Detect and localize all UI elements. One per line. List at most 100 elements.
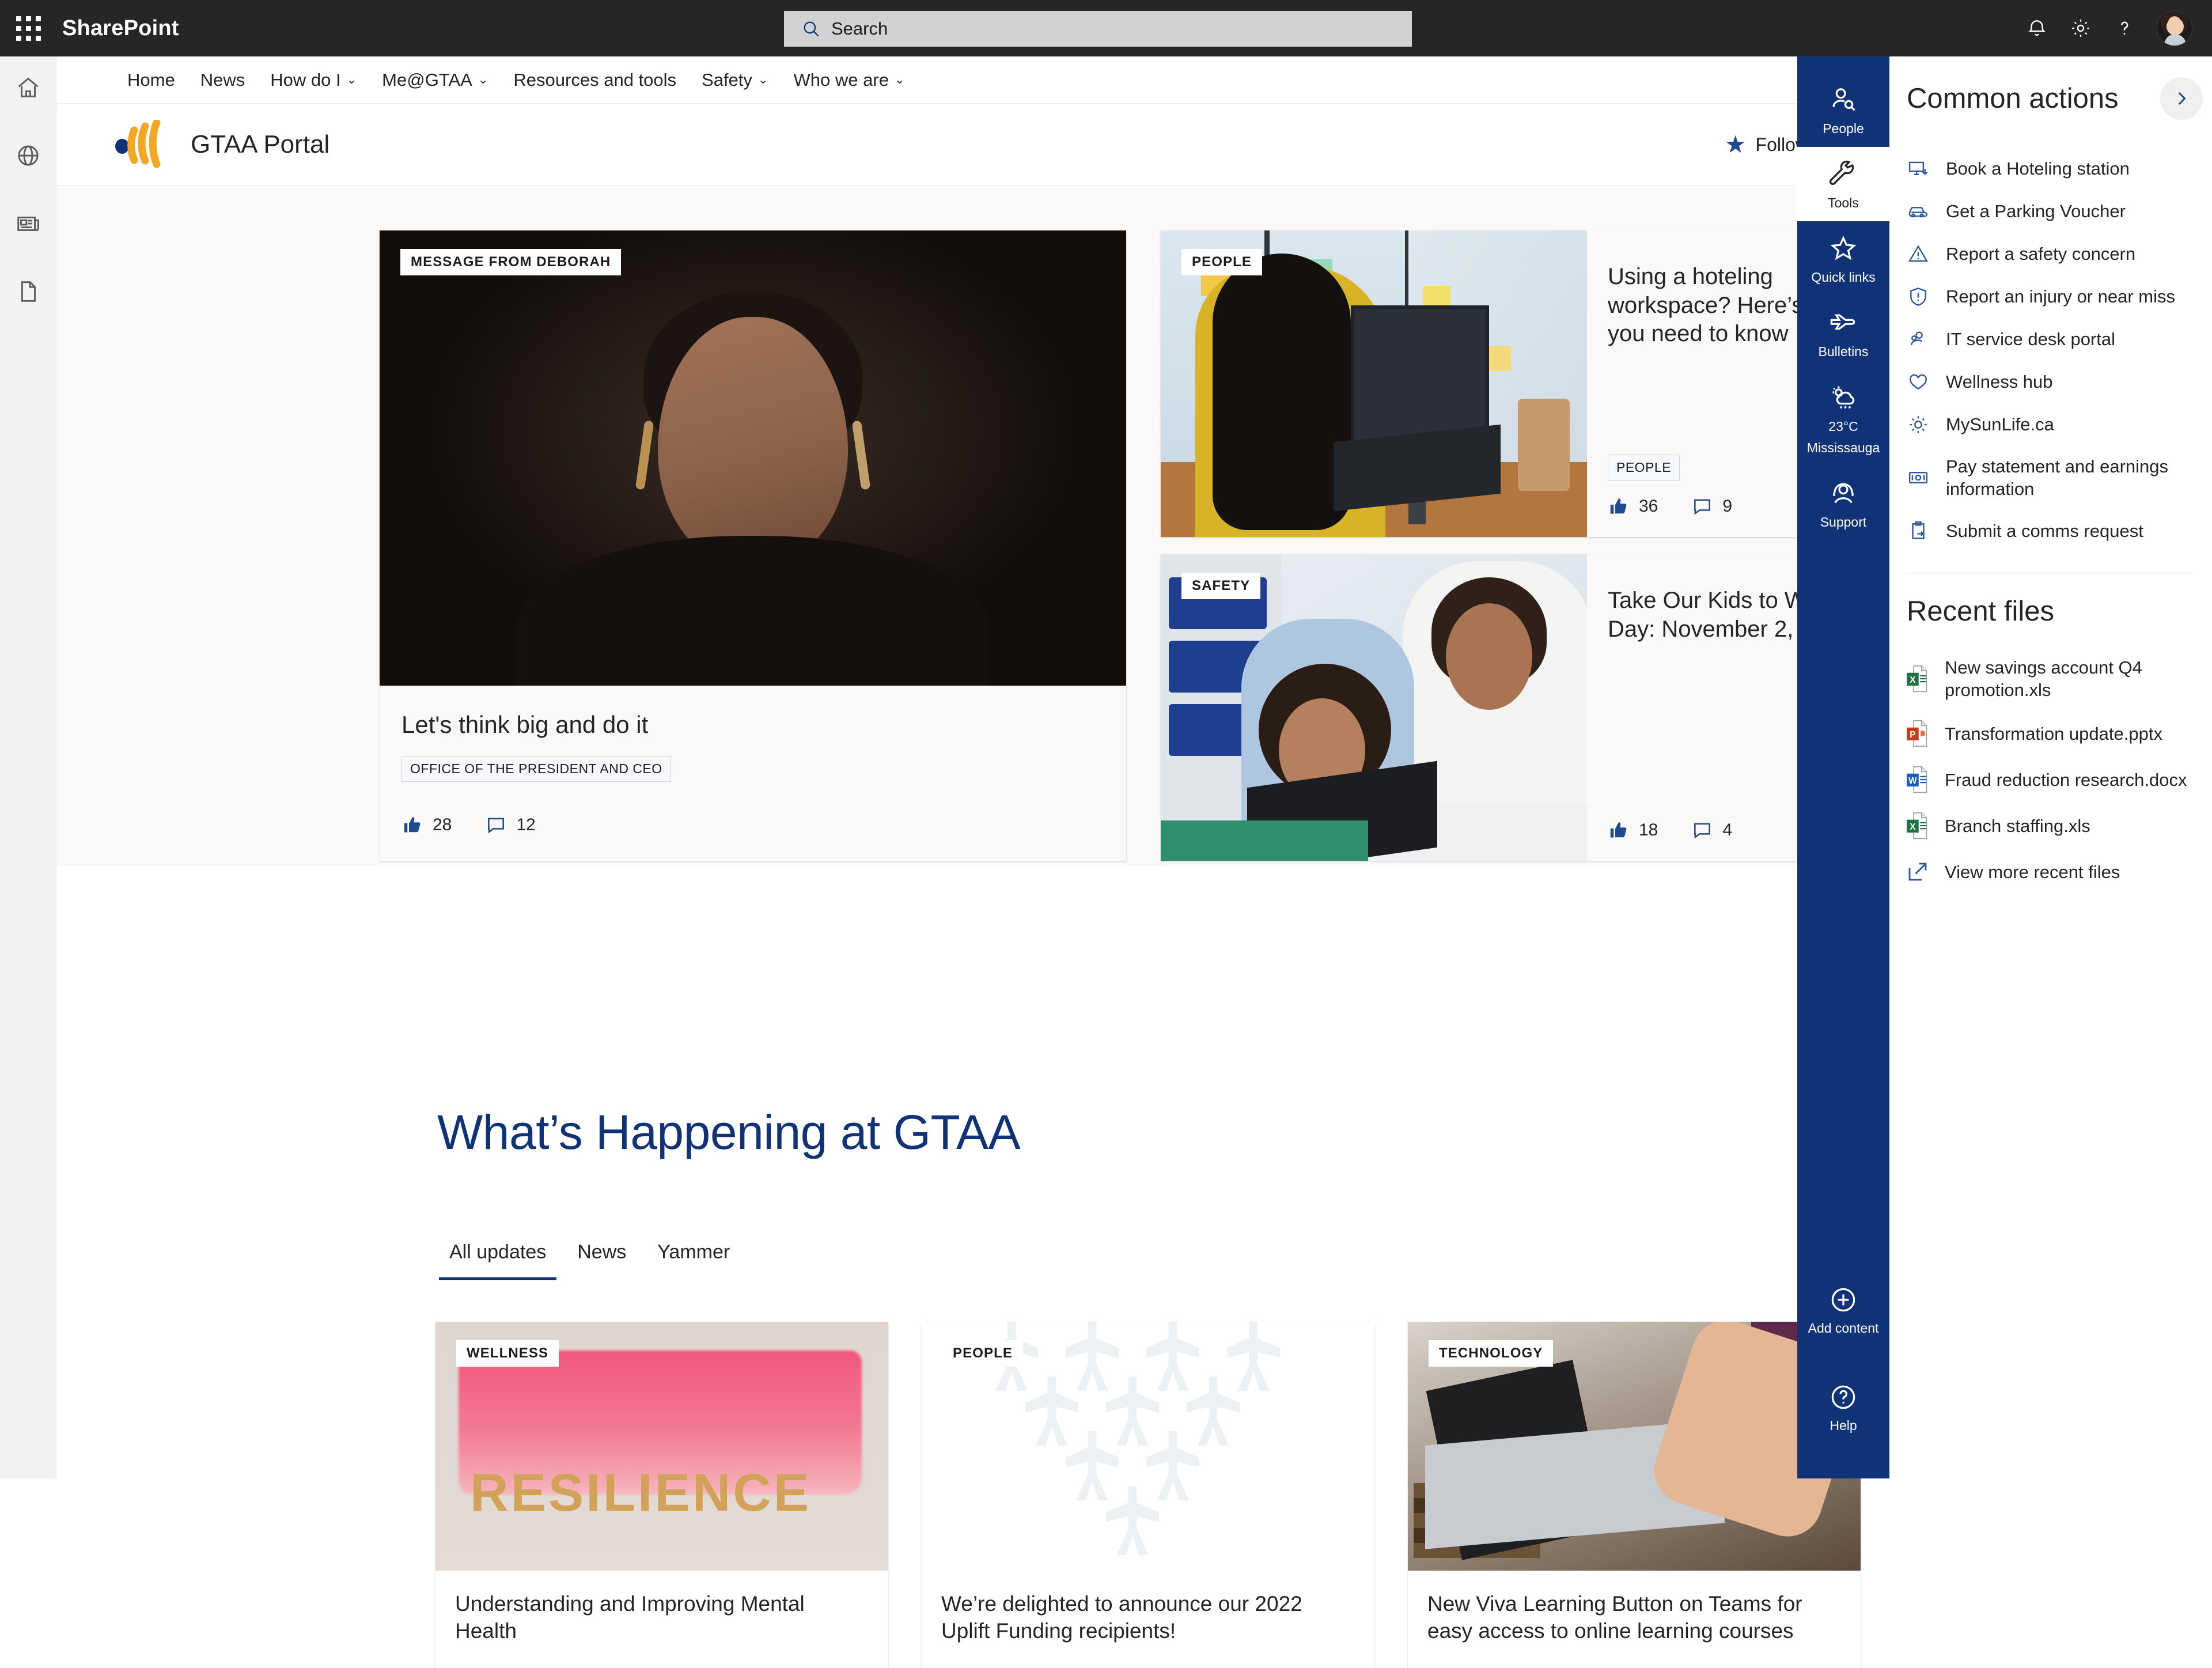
sidebar-weather-city: Mississauga bbox=[1806, 440, 1880, 455]
file-row[interactable]: X Branch staffing.xls bbox=[1889, 803, 2212, 849]
sidebar-item-add-content[interactable]: Add content bbox=[1797, 1272, 1889, 1346]
nav-item-resources-and-tools[interactable]: Resources and tools bbox=[501, 56, 689, 104]
file-name: Branch staffing.xls bbox=[1945, 815, 2090, 836]
sidebar-item-label: Tools bbox=[1828, 195, 1859, 211]
hero-side-reactions-1: 36 9 bbox=[1608, 496, 1732, 517]
hero-main-card[interactable]: MESSAGE FROM DEBORAH Let's think big and… bbox=[380, 230, 1126, 861]
nav-item-who-we-are[interactable]: Who we are ⌄ bbox=[781, 56, 918, 104]
notifications-icon[interactable] bbox=[2015, 0, 2059, 56]
hero-side-card-1[interactable]: PEOPLE Using a hoteling workspace? Here’… bbox=[1161, 230, 1904, 537]
chevron-right-icon[interactable] bbox=[2160, 77, 2203, 120]
tab-news[interactable]: News bbox=[567, 1238, 637, 1280]
help-icon[interactable] bbox=[2103, 0, 2146, 56]
sidebar-weather-temp: 23°C bbox=[1828, 418, 1858, 434]
action-report-safety-concern[interactable]: Report a safety concern bbox=[1889, 233, 2212, 275]
sidebar-item-quick-links[interactable]: Quick links bbox=[1797, 221, 1889, 296]
comment-icon[interactable] bbox=[1691, 496, 1713, 517]
recent-files-title: Recent files bbox=[1907, 596, 2055, 627]
action-label: Report an injury or near miss bbox=[1946, 286, 2175, 307]
action-book-hoteling-station[interactable]: Book a Hoteling station bbox=[1889, 147, 2212, 190]
hero-main-reactions: 28 12 bbox=[402, 814, 1104, 836]
topic-badge: OFFICE OF THE PRESIDENT AND CEO bbox=[402, 756, 671, 782]
nav-item-how-do-i[interactable]: How do I ⌄ bbox=[257, 56, 369, 104]
hero-main-title: Let's think big and do it bbox=[402, 711, 649, 738]
category-badge: TECHNOLOGY bbox=[1429, 1340, 1554, 1367]
star-outline-icon bbox=[1830, 236, 1857, 260]
tab-yammer[interactable]: Yammer bbox=[647, 1238, 740, 1280]
view-more-label: View more recent files bbox=[1945, 861, 2120, 882]
sidebar-item-tools[interactable]: Tools bbox=[1797, 147, 1889, 222]
comment-icon[interactable] bbox=[485, 814, 507, 836]
news-card-people[interactable]: PEOPLE We’re delighted to announce our 2… bbox=[922, 1322, 1374, 1668]
news-icon[interactable] bbox=[12, 207, 44, 240]
settings-icon[interactable] bbox=[2059, 0, 2103, 56]
hero-main-image: MESSAGE FROM DEBORAH bbox=[380, 230, 1126, 686]
tab-label: All updates bbox=[449, 1241, 547, 1263]
hero-side-card-2[interactable]: SAFETY Take Our Kids to Work Day: Novemb… bbox=[1161, 554, 1904, 861]
action-mysunlife[interactable]: MySunLife.ca bbox=[1889, 403, 2212, 446]
sidebar-item-label: Support bbox=[1820, 514, 1867, 529]
sidebar-item-label: Add content bbox=[1808, 1320, 1879, 1336]
action-wellness-hub[interactable]: Wellness hub bbox=[1889, 361, 2212, 403]
sidebar-item-people[interactable]: People bbox=[1797, 73, 1889, 147]
like-icon[interactable] bbox=[1608, 819, 1630, 841]
sidebar-item-bulletins[interactable]: Bulletins bbox=[1797, 296, 1889, 370]
like-count: 36 bbox=[1639, 497, 1658, 516]
people-search-icon bbox=[1832, 88, 1855, 111]
comment-count: 12 bbox=[516, 815, 536, 834]
file-row[interactable]: W Fraud reduction research.docx bbox=[1889, 757, 2212, 803]
action-it-service-desk-portal[interactable]: IT service desk portal bbox=[1889, 318, 2212, 361]
search-input[interactable]: Search bbox=[784, 11, 1412, 47]
app-launcher-icon[interactable] bbox=[0, 0, 56, 56]
avatar[interactable] bbox=[2157, 10, 2192, 46]
nav-item-news[interactable]: News bbox=[188, 56, 258, 104]
tab-list: All updates News Yammer bbox=[439, 1238, 740, 1280]
like-count: 28 bbox=[433, 815, 452, 834]
suite-actions bbox=[2015, 0, 2196, 56]
sidebar-item-weather[interactable]: 23°C Mississauga bbox=[1797, 370, 1889, 466]
nav-label: Who we are bbox=[793, 69, 889, 90]
chevron-down-icon: ⌄ bbox=[478, 73, 488, 86]
action-label: Pay statement and earnings information bbox=[1946, 456, 2169, 500]
file-row[interactable]: P Transformation update.pptx bbox=[1889, 710, 2212, 757]
like-icon[interactable] bbox=[402, 814, 423, 836]
category-badge: MESSAGE FROM DEBORAH bbox=[400, 249, 622, 275]
chevron-down-icon: ⌄ bbox=[757, 73, 768, 86]
app-name[interactable]: SharePoint bbox=[62, 16, 179, 41]
file-row[interactable]: X New savings account Q4 promotion.xls bbox=[1889, 647, 2212, 710]
action-label: Report a safety concern bbox=[1946, 244, 2136, 264]
like-icon[interactable] bbox=[1608, 496, 1630, 517]
desktop-download-icon bbox=[1906, 158, 1931, 180]
action-pay-statement[interactable]: Pay statement and earnings information bbox=[1889, 446, 2212, 509]
sidebar-item-label: People bbox=[1823, 121, 1864, 136]
action-label: Wellness hub bbox=[1946, 372, 2053, 392]
nav-item-me-at-gtaa[interactable]: Me@GTAA ⌄ bbox=[369, 56, 501, 104]
nav-item-home[interactable]: Home bbox=[115, 56, 188, 104]
sidebar-item-support[interactable]: Support bbox=[1797, 466, 1889, 540]
action-submit-comms-request[interactable]: Submit a comms request bbox=[1889, 509, 2212, 552]
home-icon[interactable] bbox=[12, 71, 44, 104]
search-icon bbox=[804, 21, 819, 37]
follow-button[interactable]: ★ Follow bbox=[1725, 133, 1809, 157]
sidebar-item-help[interactable]: Help bbox=[1797, 1370, 1889, 1444]
tab-all-updates[interactable]: All updates bbox=[439, 1238, 557, 1280]
category-badge: PEOPLE bbox=[942, 1340, 1023, 1367]
excel-file-icon: X bbox=[1907, 812, 1927, 839]
nav-label: Resources and tools bbox=[513, 69, 677, 90]
nav-item-safety[interactable]: Safety ⌄ bbox=[689, 56, 781, 104]
news-card-technology[interactable]: TECHNOLOGY New Viva Learning Button on T… bbox=[1408, 1322, 1861, 1668]
news-card-wellness[interactable]: RESILIENCE WELLNESS Understanding and Im… bbox=[435, 1322, 888, 1668]
like-count: 18 bbox=[1639, 820, 1658, 839]
action-get-parking-voucher[interactable]: Get a Parking Voucher bbox=[1889, 190, 2212, 233]
vertical-sidebar: People Tools Quick links Bulletins 23°C … bbox=[1797, 56, 1889, 1478]
heart-icon bbox=[1906, 371, 1931, 393]
view-more-recent-files[interactable]: View more recent files bbox=[1889, 849, 2212, 895]
hero-side-reactions-2: 18 4 bbox=[1608, 819, 1732, 841]
action-report-injury-near-miss[interactable]: Report an injury or near miss bbox=[1889, 275, 2212, 318]
svg-text:X: X bbox=[1910, 675, 1916, 685]
file-icon[interactable] bbox=[12, 275, 44, 308]
headset-icon bbox=[1833, 483, 1854, 504]
comment-icon[interactable] bbox=[1691, 819, 1713, 841]
globe-icon[interactable] bbox=[12, 139, 44, 172]
star-icon: ★ bbox=[1724, 131, 1747, 158]
